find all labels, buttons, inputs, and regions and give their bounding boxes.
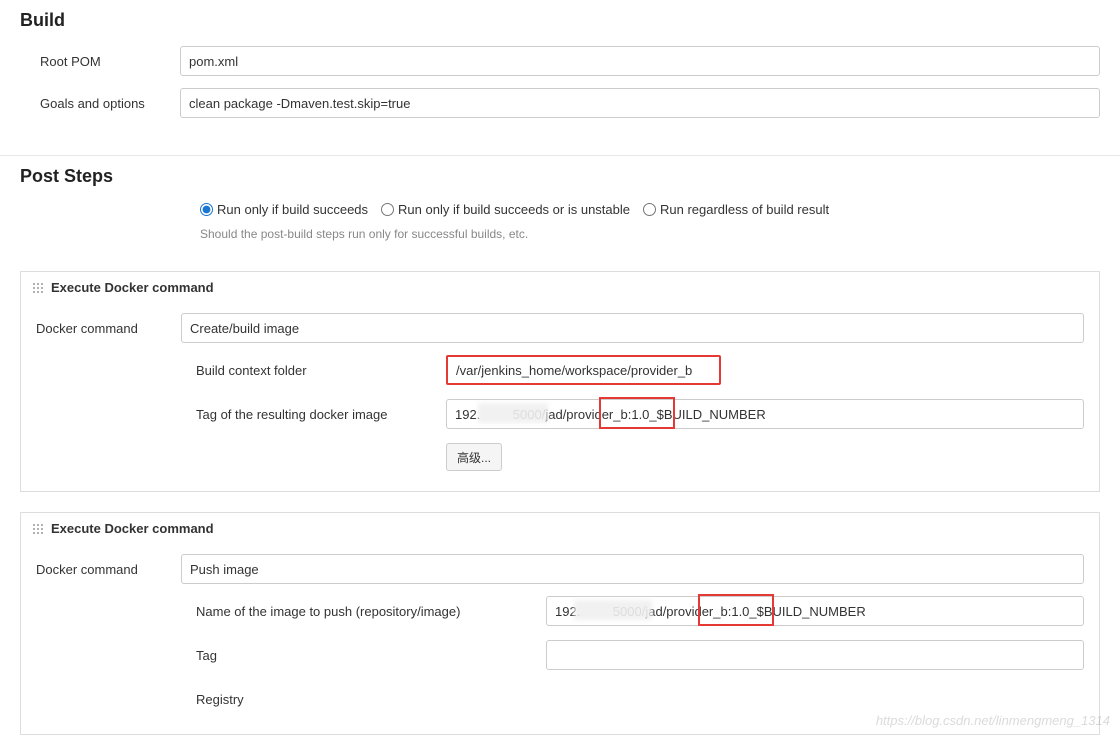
docker-build-header-text: Execute Docker command	[51, 280, 214, 295]
root-pom-label: Root POM	[20, 54, 180, 69]
drag-handle-icon[interactable]	[31, 281, 45, 295]
docker-build-header: Execute Docker command	[21, 272, 1099, 303]
push-tag-row: Tag	[36, 640, 1084, 670]
docker-command-select[interactable]	[181, 313, 1084, 343]
docker-command-label: Docker command	[36, 321, 181, 336]
radio-regardless-label: Run regardless of build result	[660, 202, 829, 217]
docker-push-header-text: Execute Docker command	[51, 521, 214, 536]
docker-push-body: Docker command Name of the image to push…	[21, 544, 1099, 734]
build-context-row: Build context folder	[36, 355, 1084, 385]
push-tag-input[interactable]	[546, 640, 1084, 670]
push-command-row: Docker command	[36, 554, 1084, 584]
push-image-name-row: Name of the image to push (repository/im…	[36, 596, 1084, 626]
radio-succeeds[interactable]: Run only if build succeeds	[200, 202, 368, 217]
push-registry-row: Registry	[36, 684, 1084, 714]
advanced-button[interactable]: 高级...	[446, 443, 502, 471]
push-image-name-input[interactable]	[546, 596, 1084, 626]
tag-label: Tag of the resulting docker image	[196, 407, 446, 422]
root-pom-row: Root POM	[20, 46, 1100, 76]
radio-unstable-label: Run only if build succeeds or is unstabl…	[398, 202, 630, 217]
radio-unstable-input[interactable]	[381, 203, 394, 216]
advanced-btn-row: 高级...	[36, 443, 1084, 471]
push-registry-label: Registry	[196, 692, 546, 707]
help-text: Should the post-build steps run only for…	[20, 227, 1100, 241]
push-command-select[interactable]	[181, 554, 1084, 584]
radio-regardless-input[interactable]	[643, 203, 656, 216]
docker-build-body: Docker command Build context folder Tag …	[21, 303, 1099, 491]
radio-unstable[interactable]: Run only if build succeeds or is unstabl…	[381, 202, 630, 217]
build-title: Build	[20, 10, 1100, 31]
build-context-label: Build context folder	[196, 363, 446, 378]
build-context-input[interactable]	[446, 355, 721, 385]
radio-row: Run only if build succeeds Run only if b…	[20, 202, 1100, 217]
goals-input[interactable]	[180, 88, 1100, 118]
radio-succeeds-input[interactable]	[200, 203, 213, 216]
push-tag-label: Tag	[196, 648, 546, 663]
docker-build-section: Execute Docker command Docker command Bu…	[20, 271, 1100, 492]
radio-succeeds-label: Run only if build succeeds	[217, 202, 368, 217]
post-steps-section: Post Steps Run only if build succeeds Ru…	[0, 156, 1120, 271]
root-pom-input[interactable]	[180, 46, 1100, 76]
tag-row: Tag of the resulting docker image	[36, 399, 1084, 429]
tag-input[interactable]	[446, 399, 1084, 429]
build-section: Build Root POM Goals and options	[0, 0, 1120, 140]
push-image-name-label: Name of the image to push (repository/im…	[196, 604, 546, 619]
docker-push-header: Execute Docker command	[21, 513, 1099, 544]
docker-push-section: Execute Docker command Docker command Na…	[20, 512, 1100, 735]
radio-regardless[interactable]: Run regardless of build result	[643, 202, 829, 217]
drag-handle-icon[interactable]	[31, 522, 45, 536]
push-command-label: Docker command	[36, 562, 181, 577]
watermark: https://blog.csdn.net/linmengmeng_1314	[876, 713, 1110, 728]
goals-label: Goals and options	[20, 96, 180, 111]
docker-command-row: Docker command	[36, 313, 1084, 343]
goals-row: Goals and options	[20, 88, 1100, 118]
post-steps-title: Post Steps	[20, 166, 1100, 187]
